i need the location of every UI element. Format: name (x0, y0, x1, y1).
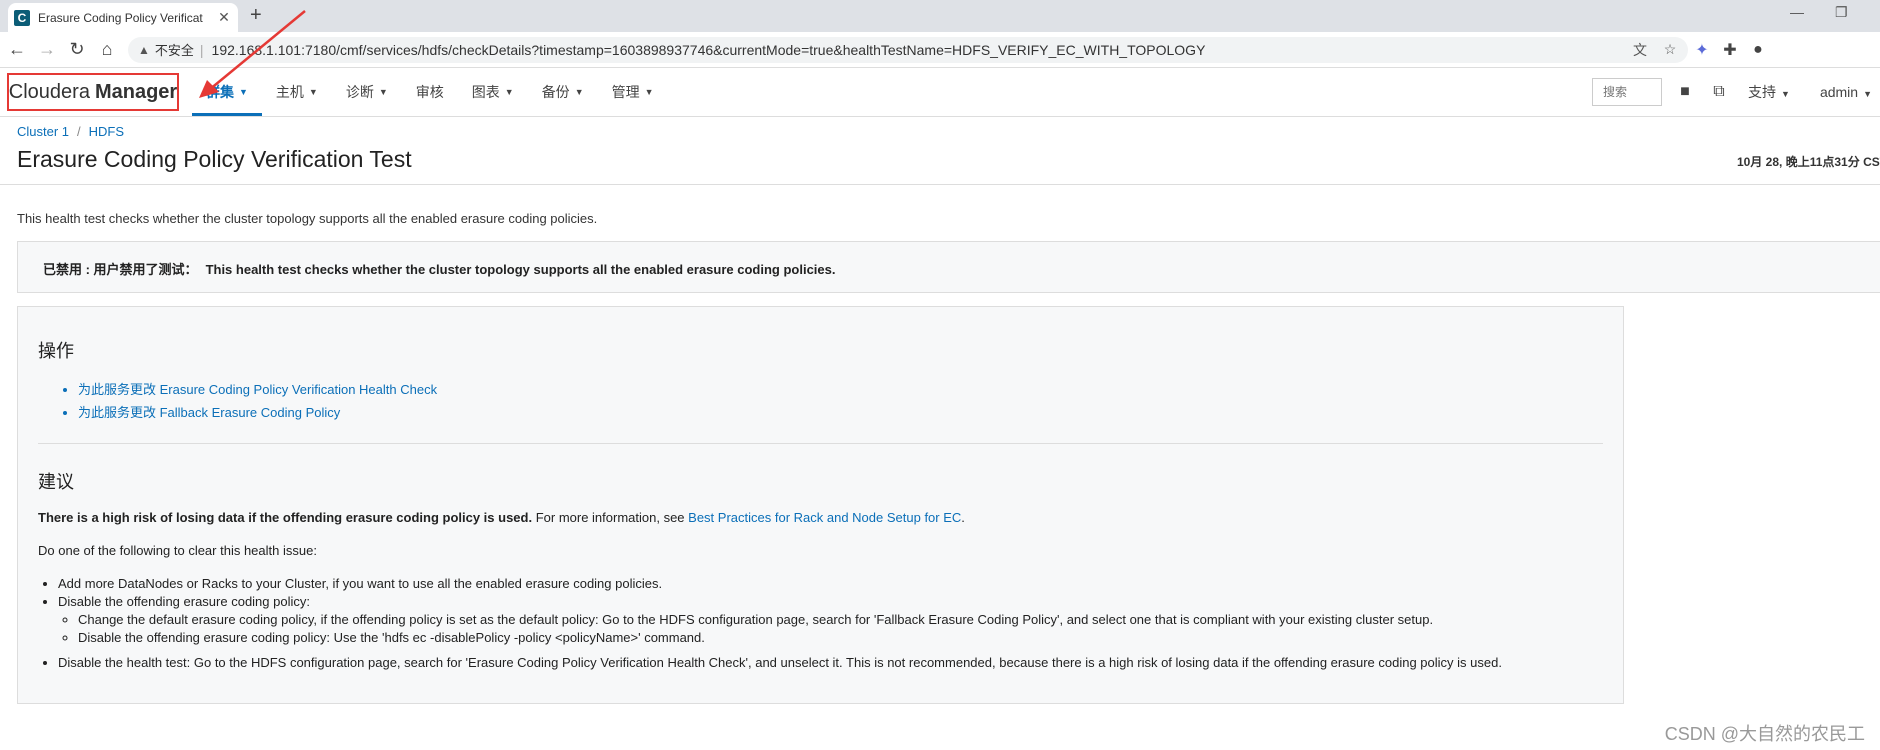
nav-item-label: 主机 (275, 84, 304, 100)
support-label: 支持 (1748, 84, 1777, 100)
cloudera-favicon-icon: C (14, 9, 30, 26)
address-bar[interactable]: ▲ 不安全 | 192.168.1.101:7180/cmf/services/… (128, 36, 1688, 63)
step2-text: Disable the offending erasure coding pol… (58, 594, 310, 609)
nav-item-5[interactable]: 备份 ▼ (528, 68, 598, 116)
best-practices-link[interactable]: Best Practices for Rack and Node Setup f… (688, 510, 961, 525)
main-nav: 群集 ▼ 主机 ▼ 诊断 ▼ 审核 图表 ▼ 备份 ▼ 管理 ▼ (192, 68, 668, 116)
nav-item-label: 图表 (471, 84, 500, 100)
change-health-check-link[interactable]: 为此服务更改 Erasure Coding Policy Verificatio… (78, 382, 437, 397)
profile-avatar-icon[interactable]: ● (1744, 41, 1772, 59)
nav-item-label: 群集 (206, 84, 234, 100)
forward-icon[interactable]: → (34, 39, 60, 60)
intro-text: Do one of the following to clear this he… (38, 543, 317, 558)
tasks-icon[interactable]: ⧉ (1702, 83, 1736, 101)
parcel-gift-icon[interactable]: ■ (1668, 83, 1702, 101)
chevron-down-icon: ▼ (378, 87, 388, 97)
tab-title: Erasure Coding Policy Verificat (38, 10, 203, 25)
restore-icon[interactable]: ❐ (1835, 4, 1848, 21)
browser-tabbar: C Erasure Coding Policy Verificat ✕ + — … (0, 0, 1880, 32)
list-item: 为此服务更改 Fallback Erasure Coding Policy (78, 402, 1603, 421)
warning-icon[interactable]: ▲ (138, 43, 150, 57)
address-separator: | (199, 41, 204, 58)
substeps-list: Change the default erasure coding policy… (58, 612, 1603, 645)
breadcrumb: Cluster 1 / HDFS (17, 124, 124, 139)
nav-item-0[interactable]: 群集 ▼ (192, 68, 262, 116)
risk-more-text: For more information, see (532, 510, 689, 525)
support-menu[interactable]: 支持 ▼ (1748, 82, 1790, 102)
list-item: 为此服务更改 Erasure Coding Policy Verificatio… (78, 379, 1603, 398)
nav-item-4[interactable]: 图表 ▼ (458, 68, 528, 116)
risk-warning: There is a high risk of losing data if t… (38, 510, 533, 525)
steps-list: Add more DataNodes or Racks to your Clus… (38, 576, 1603, 670)
list-item: Add more DataNodes or Racks to your Clus… (58, 576, 1603, 591)
details-card: 操作 为此服务更改 Erasure Coding Policy Verifica… (17, 306, 1624, 704)
nav-item-3[interactable]: 审核 (402, 68, 458, 116)
chevron-down-icon: ▼ (1863, 89, 1872, 99)
card-divider (38, 443, 1603, 444)
cloudera-manager-logo[interactable]: Cloudera Manager (7, 73, 179, 111)
list-item: Disable the offending erasure coding pol… (58, 594, 1603, 645)
breadcrumb-separator: / (77, 124, 81, 139)
browser-toolbar: ← → ↻ ⌂ ▲ 不安全 | 192.168.1.101:7180/cmf/s… (0, 32, 1880, 68)
risk-paragraph: There is a high risk of losing data if t… (38, 510, 1603, 525)
brand-name-bold: Manager (94, 80, 178, 103)
chevron-down-icon: ▼ (1781, 89, 1790, 99)
page-title: Erasure Coding Policy Verification Test (17, 146, 412, 172)
chevron-down-icon: ▼ (504, 87, 514, 97)
home-icon[interactable]: ⌂ (94, 39, 120, 60)
list-item: Change the default erasure coding policy… (78, 612, 1603, 627)
breadcrumb-cluster-link[interactable]: Cluster 1 (17, 124, 69, 139)
watermark: CSDN @大自然的农民工 (1664, 724, 1865, 744)
nav-item-2[interactable]: 诊断 ▼ (332, 68, 402, 116)
close-icon[interactable]: ✕ (216, 9, 232, 26)
minimize-icon[interactable]: — (1790, 4, 1804, 20)
change-fallback-policy-link[interactable]: 为此服务更改 Fallback Erasure Coding Policy (78, 405, 340, 420)
chevron-down-icon: ▼ (644, 87, 654, 97)
current-time[interactable]: 10月 28, 晚上11点31分 CST (1737, 153, 1880, 170)
url-text[interactable]: 192.168.1.101:7180/cmf/services/hdfs/che… (212, 42, 1628, 58)
extensions-puzzle-icon[interactable]: ✚ (1716, 40, 1744, 60)
navbar-right: ■ ⧉ 支持 ▼ admin ▼ (1592, 68, 1872, 116)
brand-name: Cloudera (8, 80, 90, 103)
nav-item-label: 管理 (611, 84, 640, 100)
list-item: Disable the offending erasure coding pol… (78, 630, 1603, 645)
risk-end: . (961, 510, 965, 525)
disabled-label: 已禁用 : 用户禁用了测试： (43, 262, 198, 277)
actions-heading: 操作 (38, 341, 74, 361)
header-divider (0, 184, 1880, 185)
search-input[interactable] (1592, 78, 1663, 106)
user-menu[interactable]: admin ▼ (1820, 84, 1872, 100)
chevron-down-icon: ▼ (308, 87, 318, 97)
disabled-notice: 已禁用 : 用户禁用了测试： This health test checks wh… (17, 241, 1880, 293)
chevron-down-icon: ▼ (574, 87, 584, 97)
user-label: admin (1819, 84, 1859, 100)
advice-heading: 建议 (38, 472, 74, 492)
nav-item-6[interactable]: 管理 ▼ (598, 68, 668, 116)
nav-item-label: 诊断 (345, 84, 374, 100)
extension-bird-icon[interactable]: ✦ (1688, 40, 1716, 60)
breadcrumb-hdfs-link[interactable]: HDFS (89, 124, 124, 139)
browser-tab[interactable]: C Erasure Coding Policy Verificat ✕ (8, 3, 238, 32)
bookmark-star-icon[interactable]: ☆ (1658, 41, 1682, 58)
disabled-message: This health test checks whether the clus… (205, 262, 836, 277)
back-icon[interactable]: ← (4, 39, 30, 60)
actions-list: 为此服务更改 Erasure Coding Policy Verificatio… (38, 379, 1603, 421)
insecure-label: 不安全 (154, 43, 194, 58)
translate-icon[interactable]: 文 (1628, 40, 1652, 60)
chevron-down-icon: ▼ (239, 87, 248, 97)
nav-item-1[interactable]: 主机 ▼ (262, 68, 332, 116)
new-tab-icon[interactable]: + (250, 4, 262, 27)
nav-item-label: 审核 (415, 84, 444, 100)
test-description: This health test checks whether the clus… (17, 211, 598, 226)
list-item: Disable the health test: Go to the HDFS … (58, 655, 1603, 670)
nav-item-label: 备份 (541, 84, 570, 100)
app-navbar: ClouderaManager 群集 ▼ 主机 ▼ 诊断 ▼ 审核 图表 ▼ 备份 ▼ 管理 ▼ ■ ⧉… (0, 68, 1880, 117)
reload-icon[interactable]: ↻ (64, 39, 90, 60)
